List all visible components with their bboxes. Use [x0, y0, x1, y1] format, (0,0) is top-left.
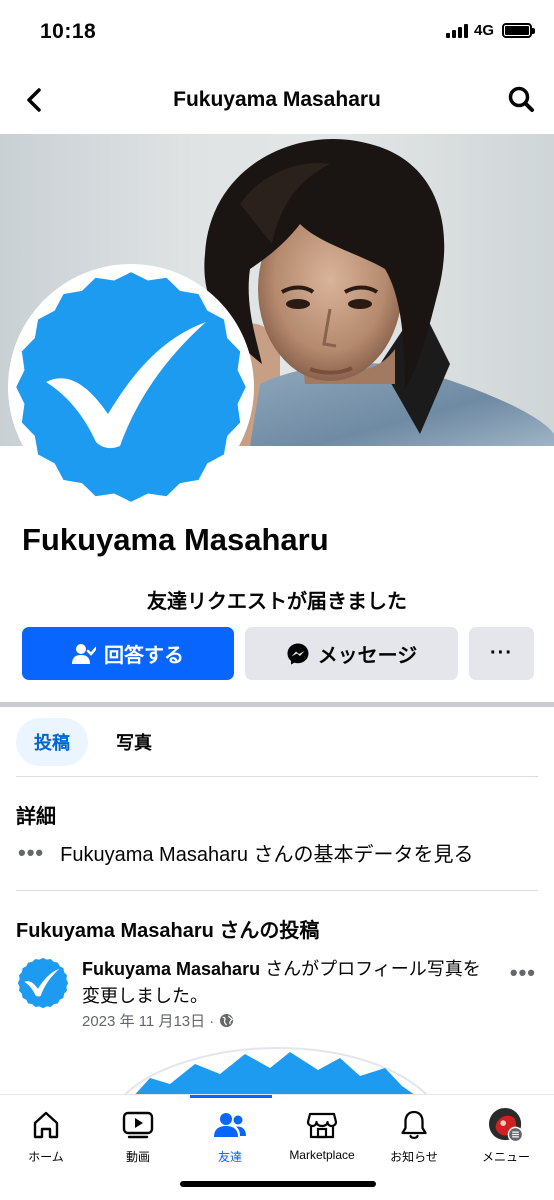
- profile-actions: 回答する メッセージ ···: [22, 627, 534, 680]
- tab-video[interactable]: 動画: [92, 1107, 184, 1165]
- post-image-badge: [118, 1046, 434, 1100]
- video-icon: [120, 1107, 156, 1143]
- divider: [16, 776, 538, 777]
- post-image[interactable]: [0, 1040, 554, 1100]
- page-title: Fukuyama Masaharu: [173, 88, 381, 111]
- menu-avatar-icon: [488, 1107, 524, 1143]
- tab-home[interactable]: ホーム: [0, 1107, 92, 1165]
- signal-icon: [445, 23, 468, 38]
- divider: [16, 890, 538, 891]
- status-bar: 10:18 4G: [0, 0, 554, 66]
- status-indicators: 4G: [445, 22, 535, 39]
- more-icon: ···: [490, 642, 513, 664]
- friends-icon: [212, 1107, 248, 1143]
- post-more-button[interactable]: •••: [510, 960, 536, 986]
- home-icon: [28, 1107, 64, 1143]
- globe-icon: [220, 1013, 234, 1028]
- status-time: 10:18: [40, 20, 97, 43]
- tab-marketplace-label: Marketplace: [289, 1148, 355, 1162]
- details-heading: 詳細: [16, 806, 56, 828]
- more-options-button[interactable]: ···: [469, 627, 534, 680]
- home-indicator: [180, 1181, 376, 1187]
- post-author-name[interactable]: Fukuyama Masaharu: [82, 959, 260, 979]
- top-nav: Fukuyama Masaharu: [0, 66, 554, 134]
- post-date[interactable]: 2023 年 11 月13日 ·: [82, 1010, 214, 1031]
- profile-name: Fukuyama Masaharu: [22, 522, 329, 557]
- message-button[interactable]: メッセージ: [245, 627, 458, 680]
- network-type: 4G: [473, 22, 494, 39]
- messenger-icon: [286, 642, 310, 666]
- post-header-text: Fukuyama Masaharu さんがプロフィール写真を変更しました。: [82, 956, 494, 1010]
- profile-tabs: 投稿 写真: [16, 718, 170, 766]
- profile-avatar[interactable]: [8, 264, 254, 510]
- tab-notifications-label: お知らせ: [390, 1150, 438, 1164]
- search-icon: [508, 86, 534, 112]
- section-divider: [0, 702, 554, 707]
- tab-marketplace[interactable]: Marketplace: [276, 1107, 368, 1162]
- tab-notifications[interactable]: お知らせ: [368, 1107, 460, 1165]
- basic-info-text: Fukuyama Masaharu さんの基本データを見る: [60, 844, 474, 866]
- ellipsis-icon: •••: [18, 839, 45, 865]
- tab-friends[interactable]: 友達: [184, 1107, 276, 1165]
- tab-menu[interactable]: メニュー: [460, 1107, 552, 1165]
- post-author-avatar[interactable]: [16, 956, 70, 1010]
- posts-heading: Fukuyama Masaharu さんの投稿: [16, 920, 320, 942]
- tab-home-label: ホーム: [28, 1150, 64, 1164]
- verified-badge-icon: [16, 956, 70, 1010]
- search-button[interactable]: [504, 82, 538, 116]
- verified-badge-icon: [11, 267, 251, 507]
- tab-photos[interactable]: 写真: [98, 718, 170, 766]
- marketplace-icon: [304, 1107, 340, 1143]
- respond-button-label: 回答する: [104, 645, 184, 667]
- active-tab-indicator: [190, 1095, 272, 1098]
- tab-video-label: 動画: [125, 1150, 150, 1164]
- respond-button[interactable]: 回答する: [22, 627, 234, 680]
- tab-posts[interactable]: 投稿: [16, 718, 88, 766]
- add-friend-icon: [72, 643, 96, 665]
- tab-menu-label: メニュー: [481, 1150, 530, 1164]
- tab-friends-label: 友達: [217, 1150, 242, 1164]
- friend-request-notice: 友達リクエストが届きました: [147, 591, 407, 613]
- message-button-label: メッセージ: [317, 645, 418, 667]
- basic-info-link[interactable]: ••• Fukuyama Masaharu さんの基本データを見る: [18, 838, 474, 867]
- battery-icon: [502, 23, 535, 38]
- bell-icon: [396, 1107, 432, 1143]
- post-meta: 2023 年 11 月13日 ·: [82, 1010, 234, 1031]
